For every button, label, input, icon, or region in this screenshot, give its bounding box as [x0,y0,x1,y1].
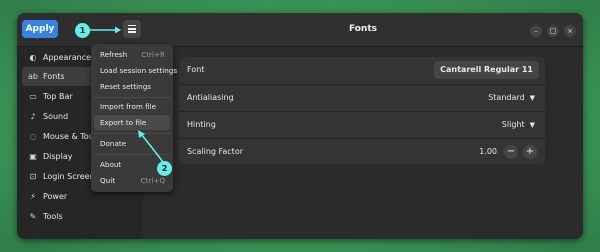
step-badge-2: 2 [157,161,172,176]
step-badge-1: 1 [75,23,90,38]
annotation-arrows [89,26,164,163]
arrow-1-head [115,26,121,34]
arrow-2-line [140,133,164,163]
